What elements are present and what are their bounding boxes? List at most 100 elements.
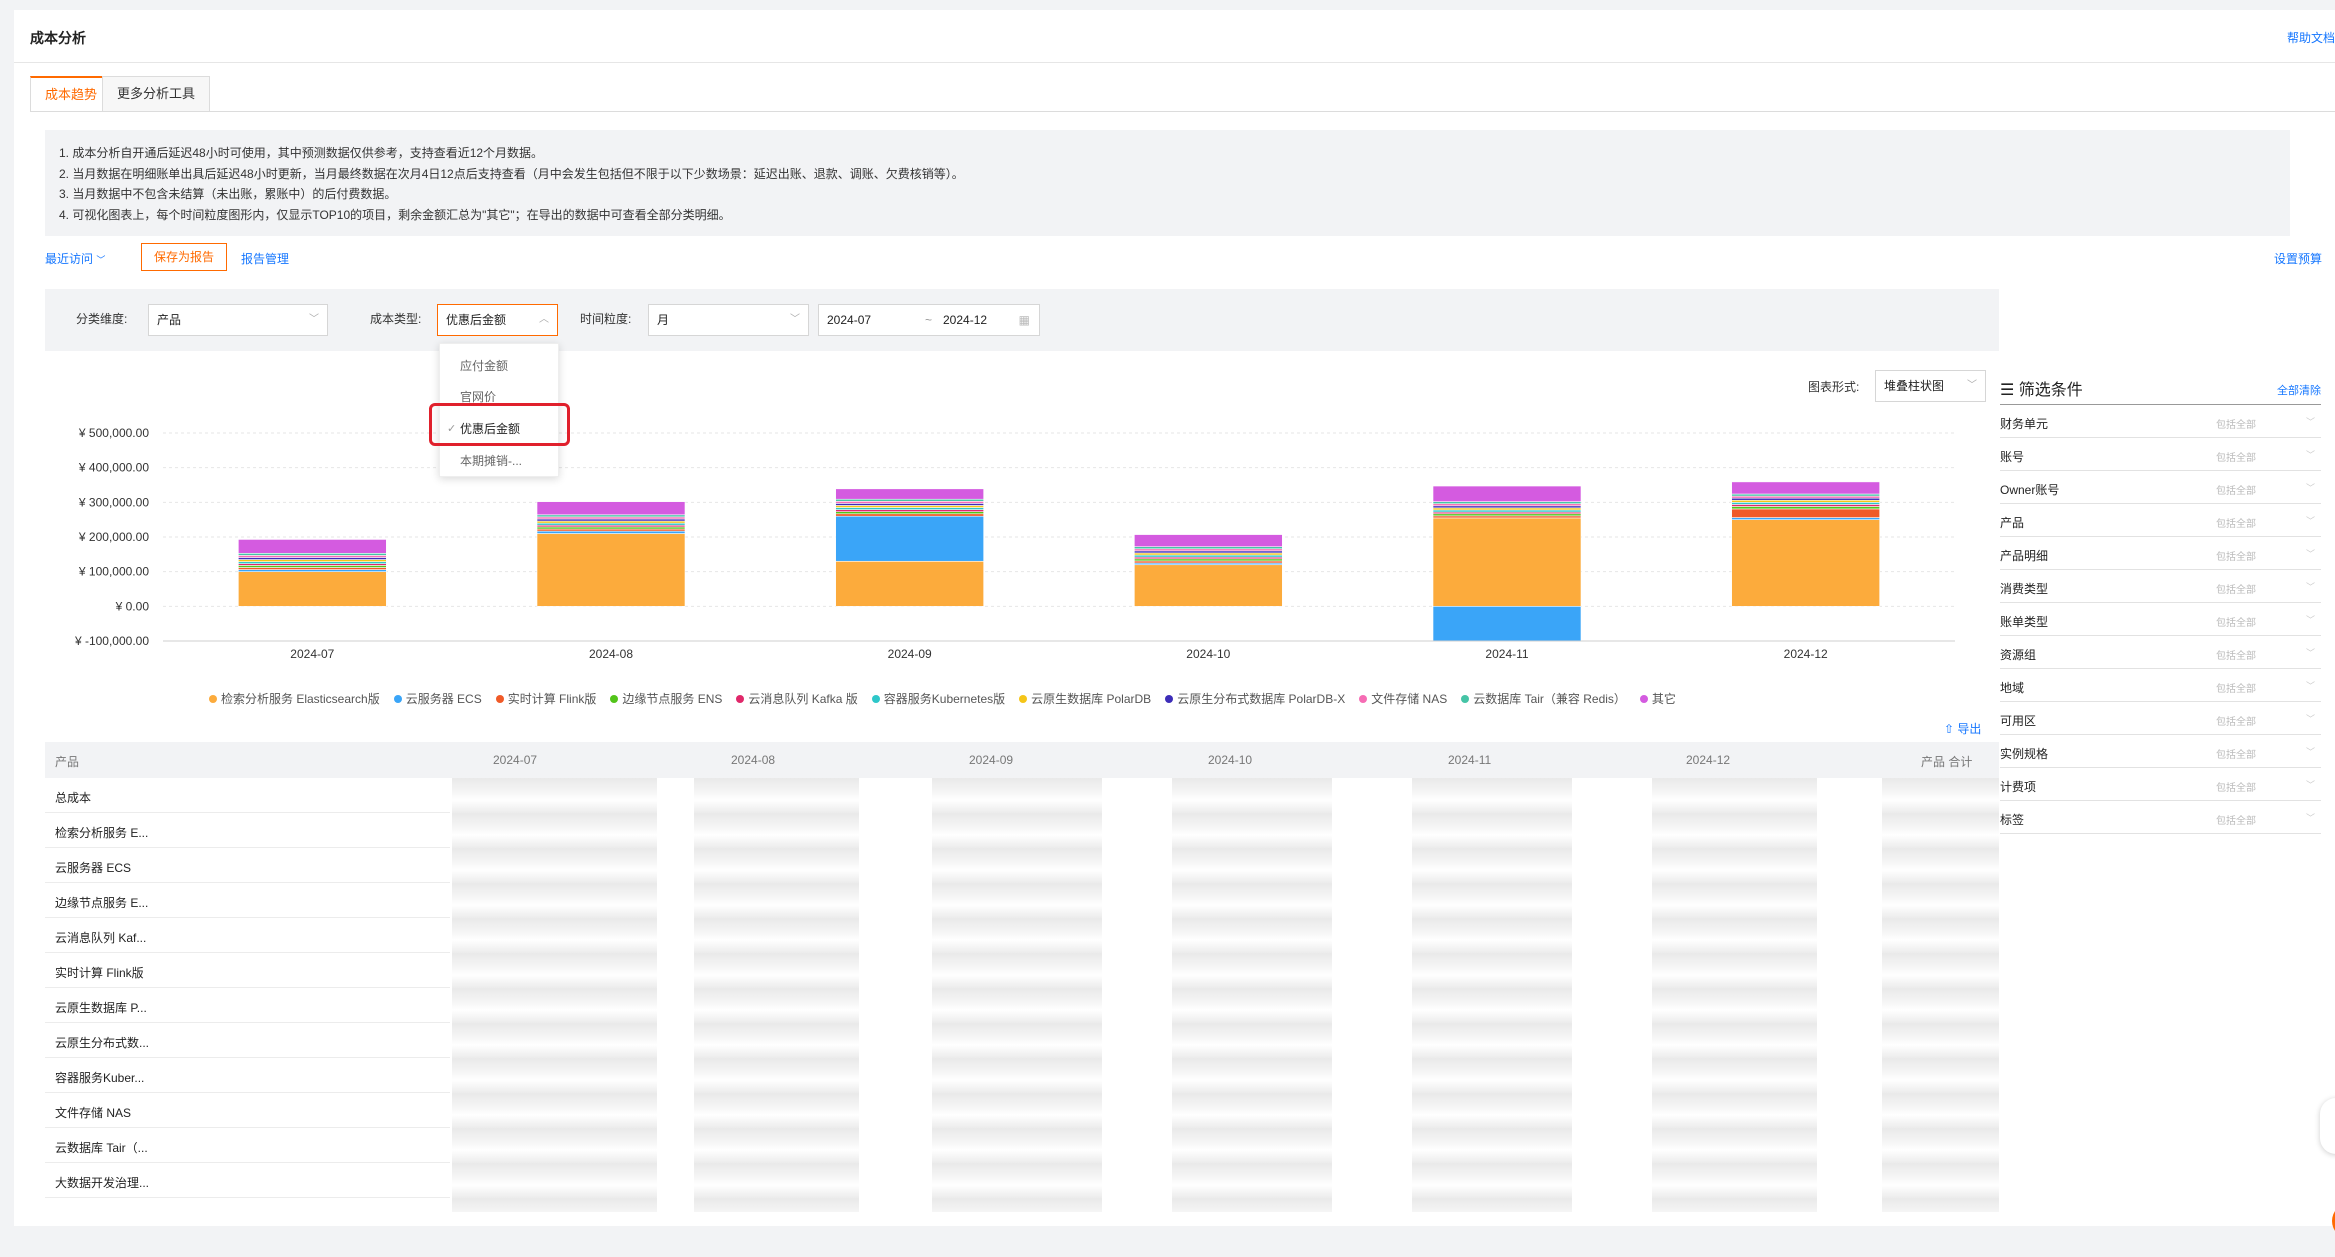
filter-value: 包括全部	[2216, 684, 2256, 695]
table-row[interactable]: 云数据库 Tair（...	[45, 1128, 450, 1163]
calendar-icon: ▦	[1018, 313, 1030, 327]
filter-value: 包括全部	[2216, 552, 2256, 563]
filter-row[interactable]: 地域 包括全部 ﹀	[2000, 669, 2321, 702]
table-row[interactable]: 文件存储 NAS	[45, 1093, 450, 1128]
filter-row[interactable]: 账单类型 包括全部 ﹀	[2000, 603, 2321, 636]
filter-row[interactable]: 资源组 包括全部 ﹀	[2000, 636, 2321, 669]
date-start: 2024-07	[827, 313, 872, 327]
legend-item[interactable]: 云原生数据库 PolarDB	[1019, 690, 1151, 707]
bar-segment	[536, 530, 686, 534]
bar-segment	[1731, 502, 1880, 505]
legend-label: 其它	[1651, 692, 1676, 706]
filter-row[interactable]: 产品明细 包括全部 ﹀	[2000, 537, 2321, 570]
filter-row[interactable]: Owner账号 包括全部 ﹀	[2000, 471, 2321, 504]
y-tick-label: ¥ -100,000.00	[74, 634, 149, 648]
filter-row[interactable]: 产品 包括全部 ﹀	[2000, 504, 2321, 537]
table-row[interactable]: 边缘节点服务 E...	[45, 883, 450, 918]
bar-segment	[536, 514, 686, 518]
filter-row[interactable]: 可用区 包括全部 ﹀	[2000, 702, 2321, 735]
row-label: 容器服务Kuber...	[55, 1071, 145, 1085]
x-tick-label: 2024-09	[888, 647, 932, 661]
save-report-button[interactable]: 保存为报告	[141, 243, 228, 271]
export-button[interactable]: ⇧ 导出	[1944, 720, 1981, 737]
clear-all-button[interactable]: 全部清除	[2277, 382, 2321, 398]
cost-type-select[interactable]: 优惠后金额 ︿	[437, 304, 558, 336]
legend-item[interactable]: 其它	[1639, 690, 1676, 707]
notice-box: 1. 成本分析自开通后延迟48小时可使用，其中预测数据仅供参考，支持查看近12个…	[45, 130, 2290, 236]
chevron-down-icon: ﹀	[96, 255, 106, 265]
table-row[interactable]: 检索分析服务 E...	[45, 813, 450, 848]
table-row[interactable]: 云原生数据库 P...	[45, 988, 450, 1023]
filter-value: 包括全部	[2216, 750, 2256, 761]
dropdown-option-payable[interactable]: 应付金额	[440, 351, 558, 381]
chevron-down-icon: ﹀	[2305, 417, 2315, 427]
bar-segment	[1731, 519, 1880, 607]
category-select[interactable]: 产品 ﹀	[148, 304, 328, 336]
x-tick-label: 2024-11	[1485, 647, 1528, 661]
filter-row[interactable]: 实例规格 包括全部 ﹀	[2000, 735, 2321, 768]
granularity-label: 时间粒度:	[580, 312, 632, 326]
column-header: 2024-07	[493, 753, 538, 767]
legend-item[interactable]: 边缘节点服务 ENS	[610, 690, 722, 707]
chevron-down-icon: ﹀	[2305, 549, 2315, 559]
table-row[interactable]: 总成本	[45, 778, 450, 813]
column-header: 产品 合计	[1921, 755, 1973, 769]
date-range-picker[interactable]: 2024-07 ~ 2024-12 ▦	[818, 304, 1040, 336]
filter-row[interactable]: 计费项 包括全部 ﹀	[2000, 768, 2321, 801]
legend-item[interactable]: 检索分析服务 Elasticsearch版	[209, 690, 380, 707]
row-label: 云原生分布式数...	[55, 1036, 150, 1050]
tab-more-tools[interactable]: 更多分析工具	[102, 76, 211, 112]
legend-swatch	[610, 695, 619, 703]
list-icon: ☰	[2000, 382, 2015, 399]
notice-line: 4. 可视化图表上，每个时间粒度图形内，仅显示TOP10的项目，剩余金额汇总为"…	[59, 207, 731, 222]
table-row[interactable]: 云服务器 ECS	[45, 848, 450, 883]
filter-label: 资源组	[2000, 648, 2037, 662]
help-docs-link[interactable]: 帮助文档	[2287, 29, 2335, 46]
bar-segment	[835, 488, 984, 500]
legend-item[interactable]: 实时计算 Flink版	[495, 690, 597, 707]
filter-label: 产品明细	[2000, 549, 2049, 563]
legend-item[interactable]: 云服务器 ECS	[393, 690, 482, 707]
notice-line: 3. 当月数据中不包含未结算（未出账，累账中）的后付费数据。	[59, 187, 397, 201]
bar-segment	[238, 561, 387, 564]
bar-segment	[238, 569, 387, 572]
filter-value: 包括全部	[2216, 618, 2256, 629]
granularity-value: 月	[657, 313, 670, 327]
filter-row[interactable]: 财务单元 包括全部 ﹀	[2000, 405, 2321, 438]
table-row[interactable]: 云原生分布式数...	[45, 1023, 450, 1058]
legend-swatch	[495, 695, 504, 703]
chevron-down-icon: ﹀	[2305, 780, 2315, 790]
filter-row[interactable]: 标签 包括全部 ﹀	[2000, 801, 2321, 834]
legend-label: 云原生数据库 PolarDB	[1031, 692, 1152, 706]
legend-item[interactable]: 文件存储 NAS	[1359, 690, 1447, 707]
legend-item[interactable]: 云消息队列 Kafka 版	[736, 690, 858, 707]
table-row[interactable]: 实时计算 Flink版	[45, 953, 450, 988]
bar-segment	[835, 498, 984, 502]
set-budget-link[interactable]: 设置预算	[2274, 250, 2322, 267]
chevron-down-icon: ﹀	[1967, 380, 1977, 391]
table-row[interactable]: 云消息队列 Kaf...	[45, 918, 450, 953]
recent-visits-dropdown[interactable]: 最近访问 ﹀	[45, 250, 105, 267]
granularity-select[interactable]: 月 ﹀	[648, 304, 809, 336]
filter-label: 可用区	[2000, 714, 2037, 728]
legend-label: 云数据库 Tair（兼容 Redis）	[1473, 692, 1626, 706]
highlight-annotation	[429, 403, 570, 446]
tab-cost-trend[interactable]: 成本趋势	[30, 76, 113, 112]
bar-segment	[835, 507, 984, 510]
chevron-down-icon: ﹀	[2305, 516, 2315, 526]
filter-row[interactable]: 账号 包括全部 ﹀	[2000, 438, 2321, 471]
table-row[interactable]: 容器服务Kuber...	[45, 1058, 450, 1093]
filter-value: 包括全部	[2216, 651, 2256, 662]
filter-row[interactable]: 消费类型 包括全部 ﹀	[2000, 570, 2321, 603]
legend-item[interactable]: 云原生分布式数据库 PolarDB-X	[1165, 690, 1345, 707]
legend-item[interactable]: 容器服务Kubernetes版	[871, 690, 1005, 707]
row-label: 总成本	[55, 791, 92, 805]
legend-item[interactable]: 云数据库 Tair（兼容 Redis）	[1461, 690, 1626, 707]
report-manage-link[interactable]: 报告管理	[241, 250, 289, 267]
side-toolbar[interactable]	[2320, 1098, 2335, 1154]
chart-type-select[interactable]: 堆叠柱状图 ﹀	[1875, 370, 1986, 402]
legend-label: 实时计算 Flink版	[507, 692, 597, 706]
legend-label: 文件存储 NAS	[1371, 692, 1448, 706]
table-row[interactable]: 大数据开发治理...	[45, 1163, 450, 1198]
dropdown-option-amortized[interactable]: 本期摊销-...	[440, 446, 558, 476]
